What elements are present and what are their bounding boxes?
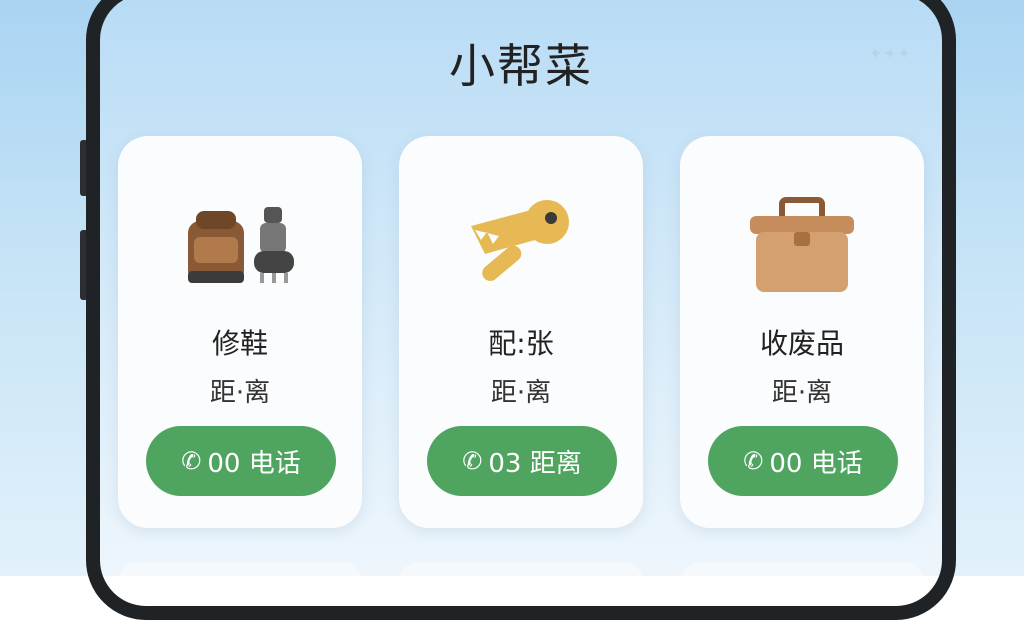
phone-frame (86, 0, 956, 620)
